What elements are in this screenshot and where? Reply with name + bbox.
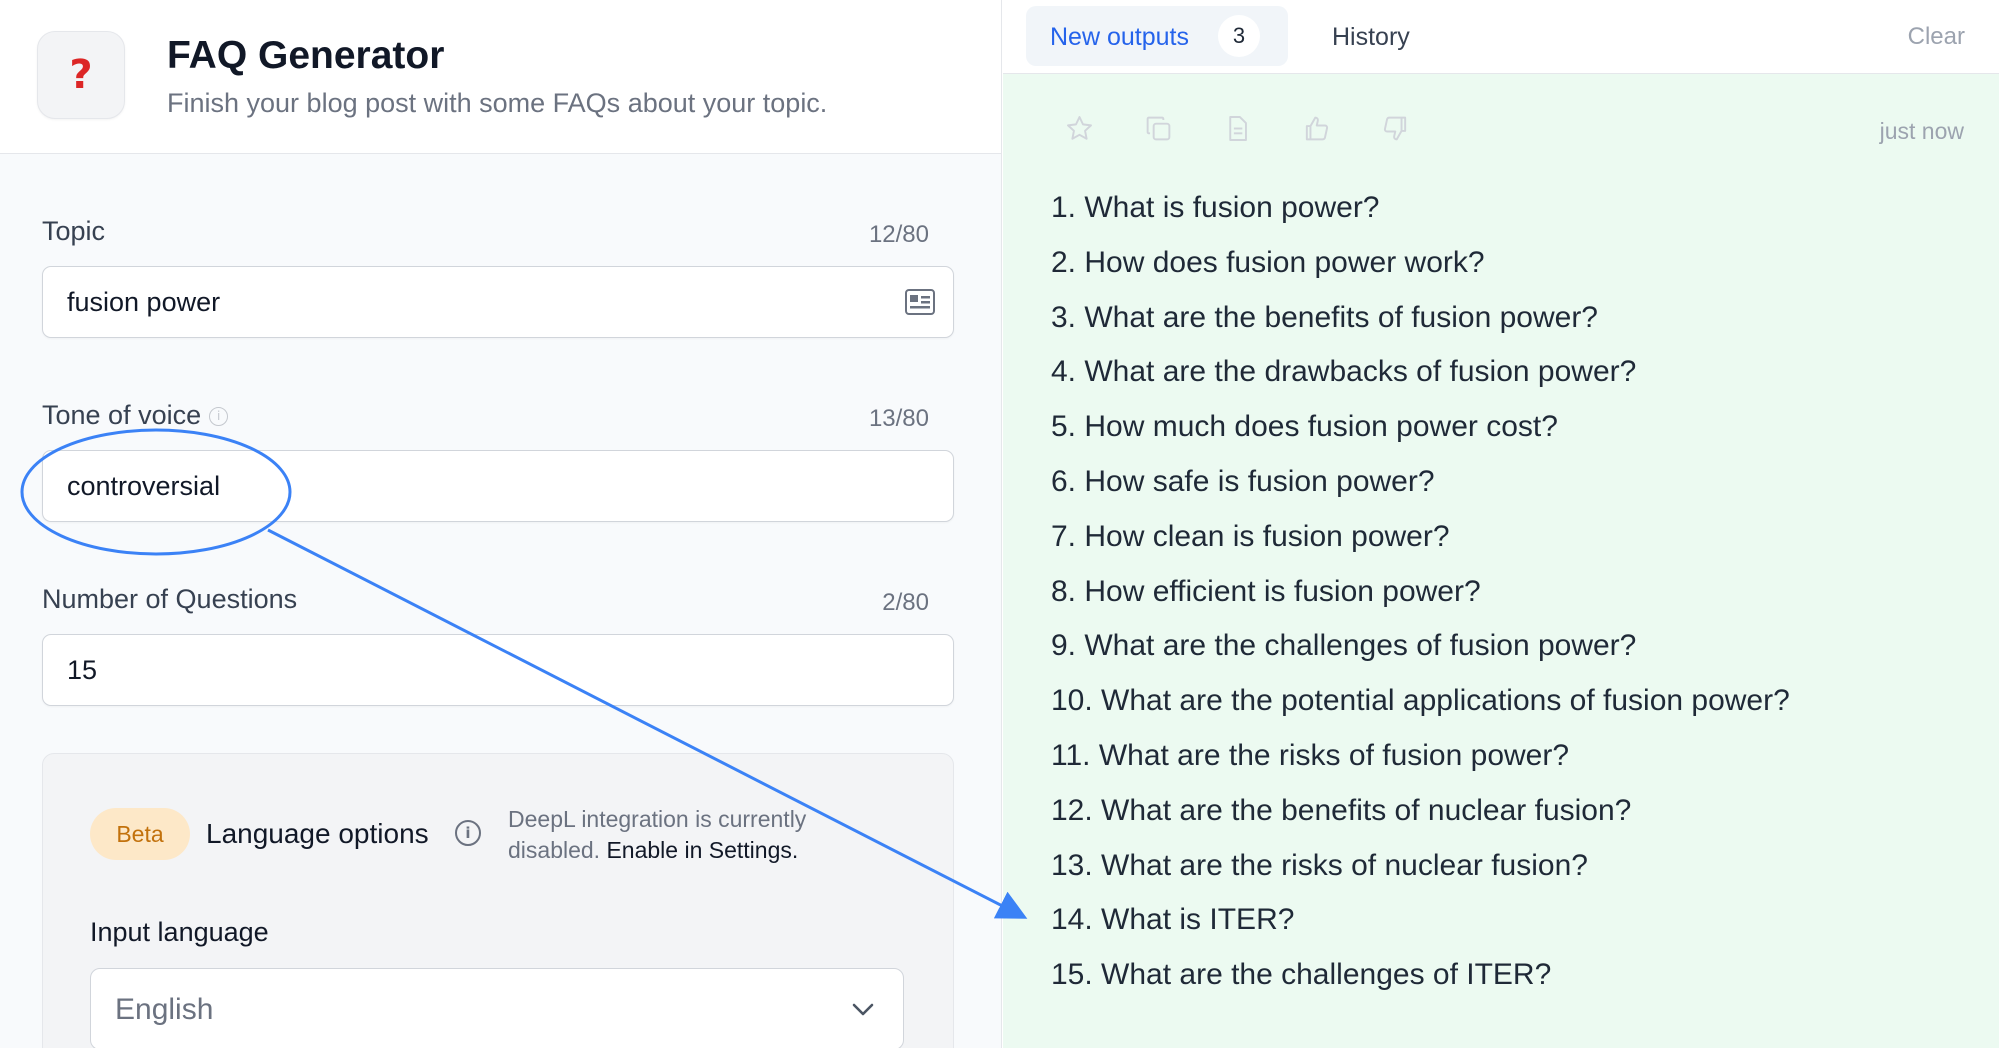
thumbs-down-icon[interactable] [1381,114,1410,143]
copy-icon[interactable] [1144,114,1173,143]
faq-item: 2. How does fusion power work? [1051,245,1485,279]
faq-item: 10. What are the potential applications … [1051,684,1790,718]
tone-label-text: Tone of voice [42,400,202,430]
chevron-down-icon [852,1003,874,1016]
faq-item: 11. What are the risks of fusion power? [1051,738,1570,772]
topic-char-count: 12/80 [868,221,929,248]
clear-button[interactable]: Clear [1908,23,1965,51]
tone-label: Tone of voice i [42,400,229,431]
output-timestamp: just now [1879,118,1964,144]
tab-history[interactable]: History [1332,23,1410,52]
output-tabs-bar: New outputs 3 History Clear [1003,0,1999,74]
enable-in-settings-link[interactable]: Enable in Settings. [606,837,798,863]
faq-item: 13. What are the risks of nuclear fusion… [1051,848,1588,882]
output-toolbar [1065,114,1410,148]
star-icon[interactable] [1065,114,1094,143]
input-language-value: English [115,993,214,1026]
output-panel: New outputs 3 History Clear just now 1. … [1003,0,1999,1048]
faq-item: 9. What are the challenges of fusion pow… [1051,629,1637,663]
new-outputs-count-badge: 3 [1218,15,1260,57]
language-options-title: Language options [206,818,429,849]
faq-item: 7. How clean is fusion power? [1051,519,1450,553]
contact-card-icon[interactable] [905,289,935,315]
page-subtitle: Finish your blog post with some FAQs abo… [167,88,828,118]
page-title: FAQ Generator [167,34,445,77]
faq-item: 1. What is fusion power? [1051,191,1380,224]
questions-input-value: 15 [67,655,98,685]
question-mark-icon: ? [37,31,125,119]
info-icon[interactable]: i [455,820,481,846]
tone-input-value: controversial [67,471,221,501]
faq-item: 14. What is ITER? [1051,903,1295,937]
questions-char-count: 2/80 [882,589,929,616]
deepl-note: DeepL integration is currently disabled.… [508,804,848,866]
app-icon-glyph: ? [69,52,93,98]
faq-item: 15. What are the challenges of ITER? [1051,958,1552,992]
input-language-label: Input language [90,917,269,947]
faq-item: 6. How safe is fusion power? [1051,464,1435,498]
topic-input[interactable]: fusion power [42,266,954,338]
faq-item: 8. How efficient is fusion power? [1051,574,1481,608]
faq-output-list: 1. What is fusion power? 2. How does fus… [1051,181,1790,1003]
faq-item: 5. How much does fusion power cost? [1051,410,1558,444]
document-icon[interactable] [1223,114,1252,143]
questions-input[interactable]: 15 [42,634,954,706]
tab-new-outputs-label: New outputs [1050,23,1189,51]
app-header: ? FAQ Generator Finish your blog post wi… [0,0,1001,154]
tab-new-outputs[interactable]: New outputs 3 [1026,6,1288,66]
input-panel: ? FAQ Generator Finish your blog post wi… [0,0,1002,1048]
input-language-select[interactable]: English [90,968,904,1048]
beta-badge: Beta [90,808,190,860]
info-icon[interactable]: i [209,407,229,427]
topic-input-value: fusion power [67,287,221,317]
faq-item: 4. What are the drawbacks of fusion powe… [1051,355,1637,389]
tone-input[interactable]: controversial [42,450,954,522]
faq-item: 12. What are the benefits of nuclear fus… [1051,793,1632,827]
faq-item: 3. What are the benefits of fusion power… [1051,300,1598,334]
thumbs-up-icon[interactable] [1302,114,1331,143]
tone-char-count: 13/80 [868,405,929,432]
topic-label: Topic [42,216,106,246]
questions-label: Number of Questions [42,584,298,614]
language-options-card: Beta Language options i DeepL integratio… [42,753,954,1048]
